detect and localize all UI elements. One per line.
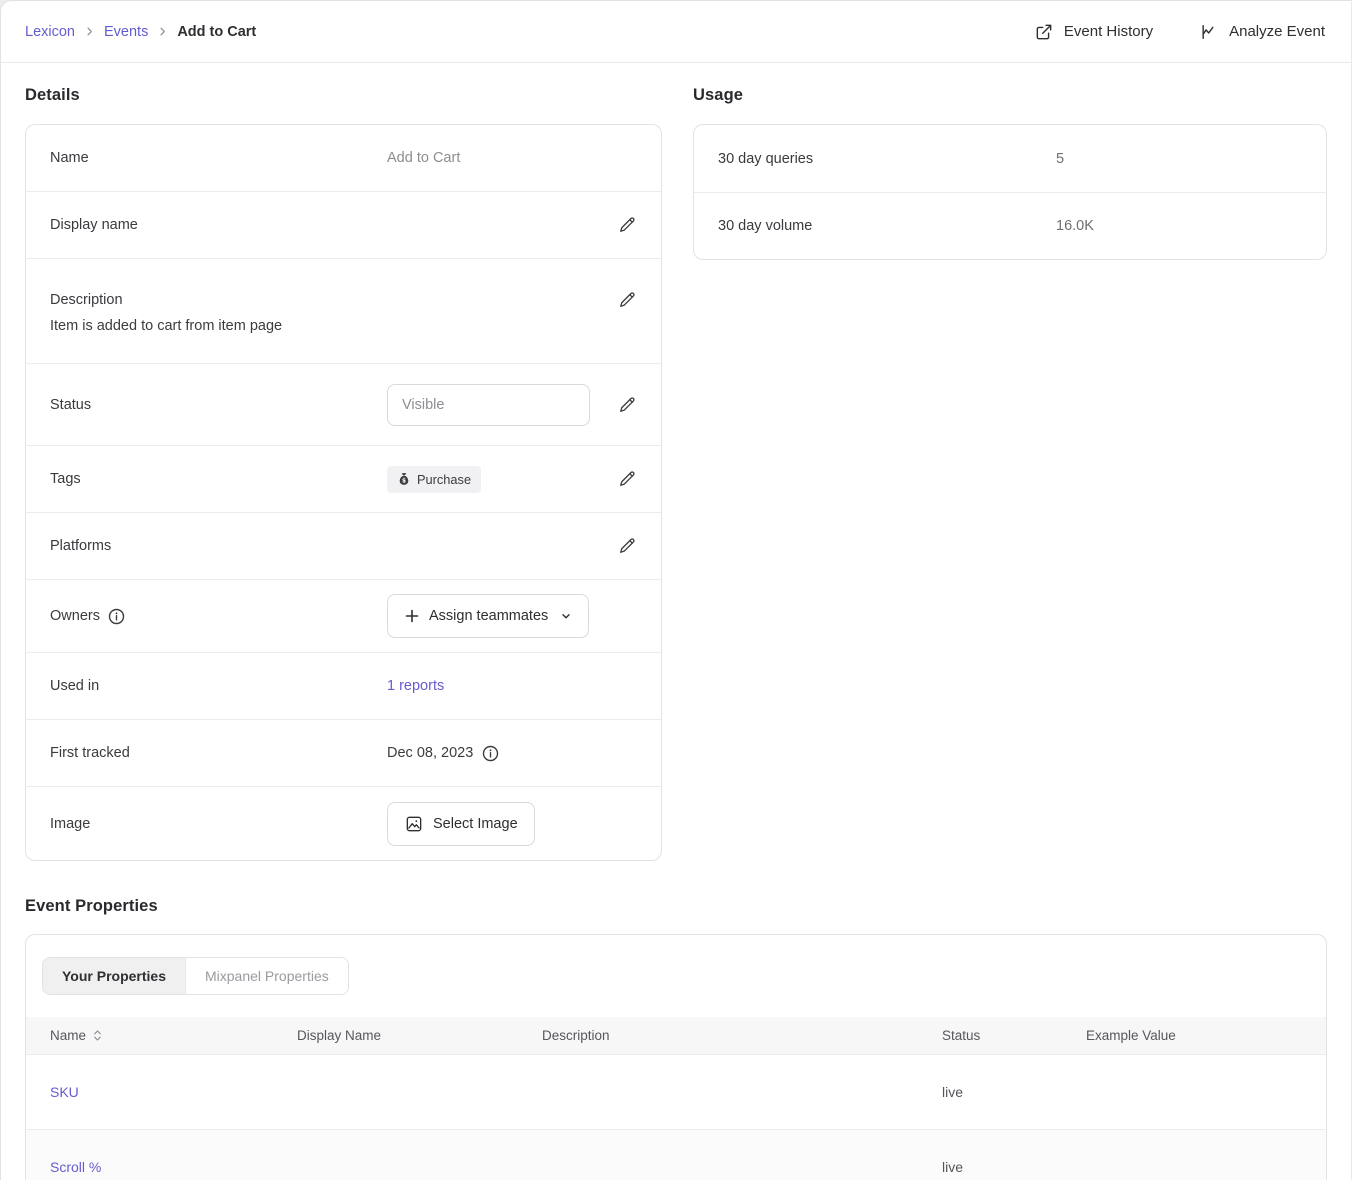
- owners-label: Owners: [50, 608, 100, 624]
- info-icon[interactable]: [108, 608, 125, 625]
- analyze-event-button[interactable]: Analyze Event: [1199, 22, 1325, 42]
- pencil-icon: [617, 290, 637, 310]
- name-value: Add to Cart: [387, 150, 460, 166]
- column-header-display-name[interactable]: Display Name: [297, 1028, 542, 1043]
- tag-chip-label: Purchase: [417, 472, 471, 487]
- usage-title: Usage: [693, 86, 1327, 105]
- edit-description-button[interactable]: [617, 290, 637, 310]
- platforms-label: Platforms: [50, 538, 387, 554]
- chevron-right-icon: [84, 26, 95, 37]
- edit-display-name-button[interactable]: [617, 215, 637, 235]
- pencil-icon: [617, 536, 637, 556]
- usage-row-volume: 30 day volume 16.0K: [694, 192, 1326, 259]
- image-icon: [404, 814, 424, 834]
- detail-row-description: Description Item is added to cart from i…: [26, 258, 661, 363]
- property-link-sku[interactable]: SKU: [50, 1084, 79, 1100]
- details-title: Details: [25, 86, 662, 105]
- first-tracked-value: Dec 08, 2023: [387, 745, 473, 761]
- display-name-label: Display name: [50, 217, 387, 233]
- properties-table-header: Name Display Name Description Status Exa…: [26, 1017, 1326, 1054]
- details-card: Name Add to Cart Display name Descriptio…: [25, 124, 662, 861]
- usage-row-queries: 30 day queries 5: [694, 125, 1326, 192]
- select-image-button[interactable]: Select Image: [387, 802, 535, 846]
- breadcrumb-events[interactable]: Events: [104, 24, 148, 40]
- queries-value: 5: [1056, 151, 1064, 167]
- plus-icon: [404, 608, 420, 624]
- properties-table: Name Display Name Description Status Exa…: [26, 1017, 1326, 1180]
- detail-row-status: Status Visible: [26, 363, 661, 445]
- detail-row-owners: Owners Assign teammates: [26, 579, 661, 652]
- property-link-scroll[interactable]: Scroll %: [50, 1159, 101, 1175]
- event-properties-title: Event Properties: [25, 897, 1327, 916]
- chevron-right-icon: [157, 26, 168, 37]
- external-link-icon: [1034, 22, 1054, 42]
- column-header-example-value[interactable]: Example Value: [1086, 1028, 1326, 1043]
- detail-row-tags: Tags $ Purchase: [26, 445, 661, 512]
- name-label: Name: [50, 150, 387, 166]
- main-content: Details Name Add to Cart Display name: [1, 63, 1351, 1180]
- sort-icon: [93, 1029, 102, 1042]
- breadcrumb: Lexicon Events Add to Cart: [25, 24, 256, 40]
- lexicon-event-detail-page: Lexicon Events Add to Cart Event History: [0, 0, 1352, 1180]
- name-column-label: Name: [50, 1028, 86, 1043]
- volume-label: 30 day volume: [718, 218, 1056, 234]
- tags-label: Tags: [50, 471, 387, 487]
- queries-label: 30 day queries: [718, 151, 1056, 167]
- table-row[interactable]: SKU live: [26, 1054, 1326, 1129]
- image-label: Image: [50, 816, 387, 832]
- breadcrumb-current: Add to Cart: [177, 24, 256, 40]
- column-header-name[interactable]: Name: [50, 1028, 297, 1043]
- pencil-icon: [617, 469, 637, 489]
- status-label: Status: [50, 397, 387, 413]
- used-in-label: Used in: [50, 678, 387, 694]
- detail-row-image: Image Select Image: [26, 786, 661, 860]
- tag-chip-purchase[interactable]: $ Purchase: [387, 466, 481, 493]
- column-header-description[interactable]: Description: [542, 1028, 942, 1043]
- properties-tab-group: Your Properties Mixpanel Properties: [42, 957, 349, 995]
- pencil-icon: [617, 215, 637, 235]
- description-label: Description: [50, 292, 123, 308]
- property-status: live: [942, 1159, 1086, 1175]
- svg-text:$: $: [402, 478, 406, 484]
- detail-row-first-tracked: First tracked Dec 08, 2023: [26, 719, 661, 786]
- usage-card: 30 day queries 5 30 day volume 16.0K: [693, 124, 1327, 260]
- analyze-event-label: Analyze Event: [1229, 23, 1325, 40]
- breadcrumb-lexicon[interactable]: Lexicon: [25, 24, 75, 40]
- used-in-reports-link[interactable]: 1 reports: [387, 678, 444, 694]
- edit-platforms-button[interactable]: [617, 536, 637, 556]
- assign-teammates-label: Assign teammates: [429, 608, 548, 624]
- edit-status-button[interactable]: [617, 395, 637, 415]
- tab-your-properties[interactable]: Your Properties: [43, 958, 185, 994]
- info-icon[interactable]: [482, 745, 499, 762]
- header-actions: Event History Analyze Event: [1034, 22, 1325, 42]
- detail-row-name: Name Add to Cart: [26, 125, 661, 191]
- property-status: live: [942, 1084, 1086, 1100]
- select-image-label: Select Image: [433, 816, 518, 832]
- assign-teammates-button[interactable]: Assign teammates: [387, 594, 589, 638]
- detail-row-display-name: Display name: [26, 191, 661, 258]
- tab-mixpanel-properties[interactable]: Mixpanel Properties: [185, 958, 348, 994]
- description-value: Item is added to cart from item page: [26, 310, 661, 334]
- status-value-box[interactable]: Visible: [387, 384, 590, 426]
- pencil-icon: [617, 395, 637, 415]
- event-history-button[interactable]: Event History: [1034, 22, 1153, 42]
- first-tracked-label: First tracked: [50, 745, 387, 761]
- detail-row-used-in: Used in 1 reports: [26, 652, 661, 719]
- volume-value: 16.0K: [1056, 218, 1094, 234]
- column-header-status[interactable]: Status: [942, 1028, 1086, 1043]
- event-history-label: Event History: [1064, 23, 1153, 40]
- top-bar: Lexicon Events Add to Cart Event History: [1, 1, 1351, 63]
- edit-tags-button[interactable]: [617, 469, 637, 489]
- money-bag-icon: $: [397, 472, 411, 486]
- detail-row-platforms: Platforms: [26, 512, 661, 579]
- table-row[interactable]: Scroll % live: [26, 1129, 1326, 1180]
- line-chart-icon: [1199, 22, 1219, 42]
- chevron-down-icon: [560, 610, 572, 622]
- event-properties-card: Your Properties Mixpanel Properties Name…: [25, 934, 1327, 1180]
